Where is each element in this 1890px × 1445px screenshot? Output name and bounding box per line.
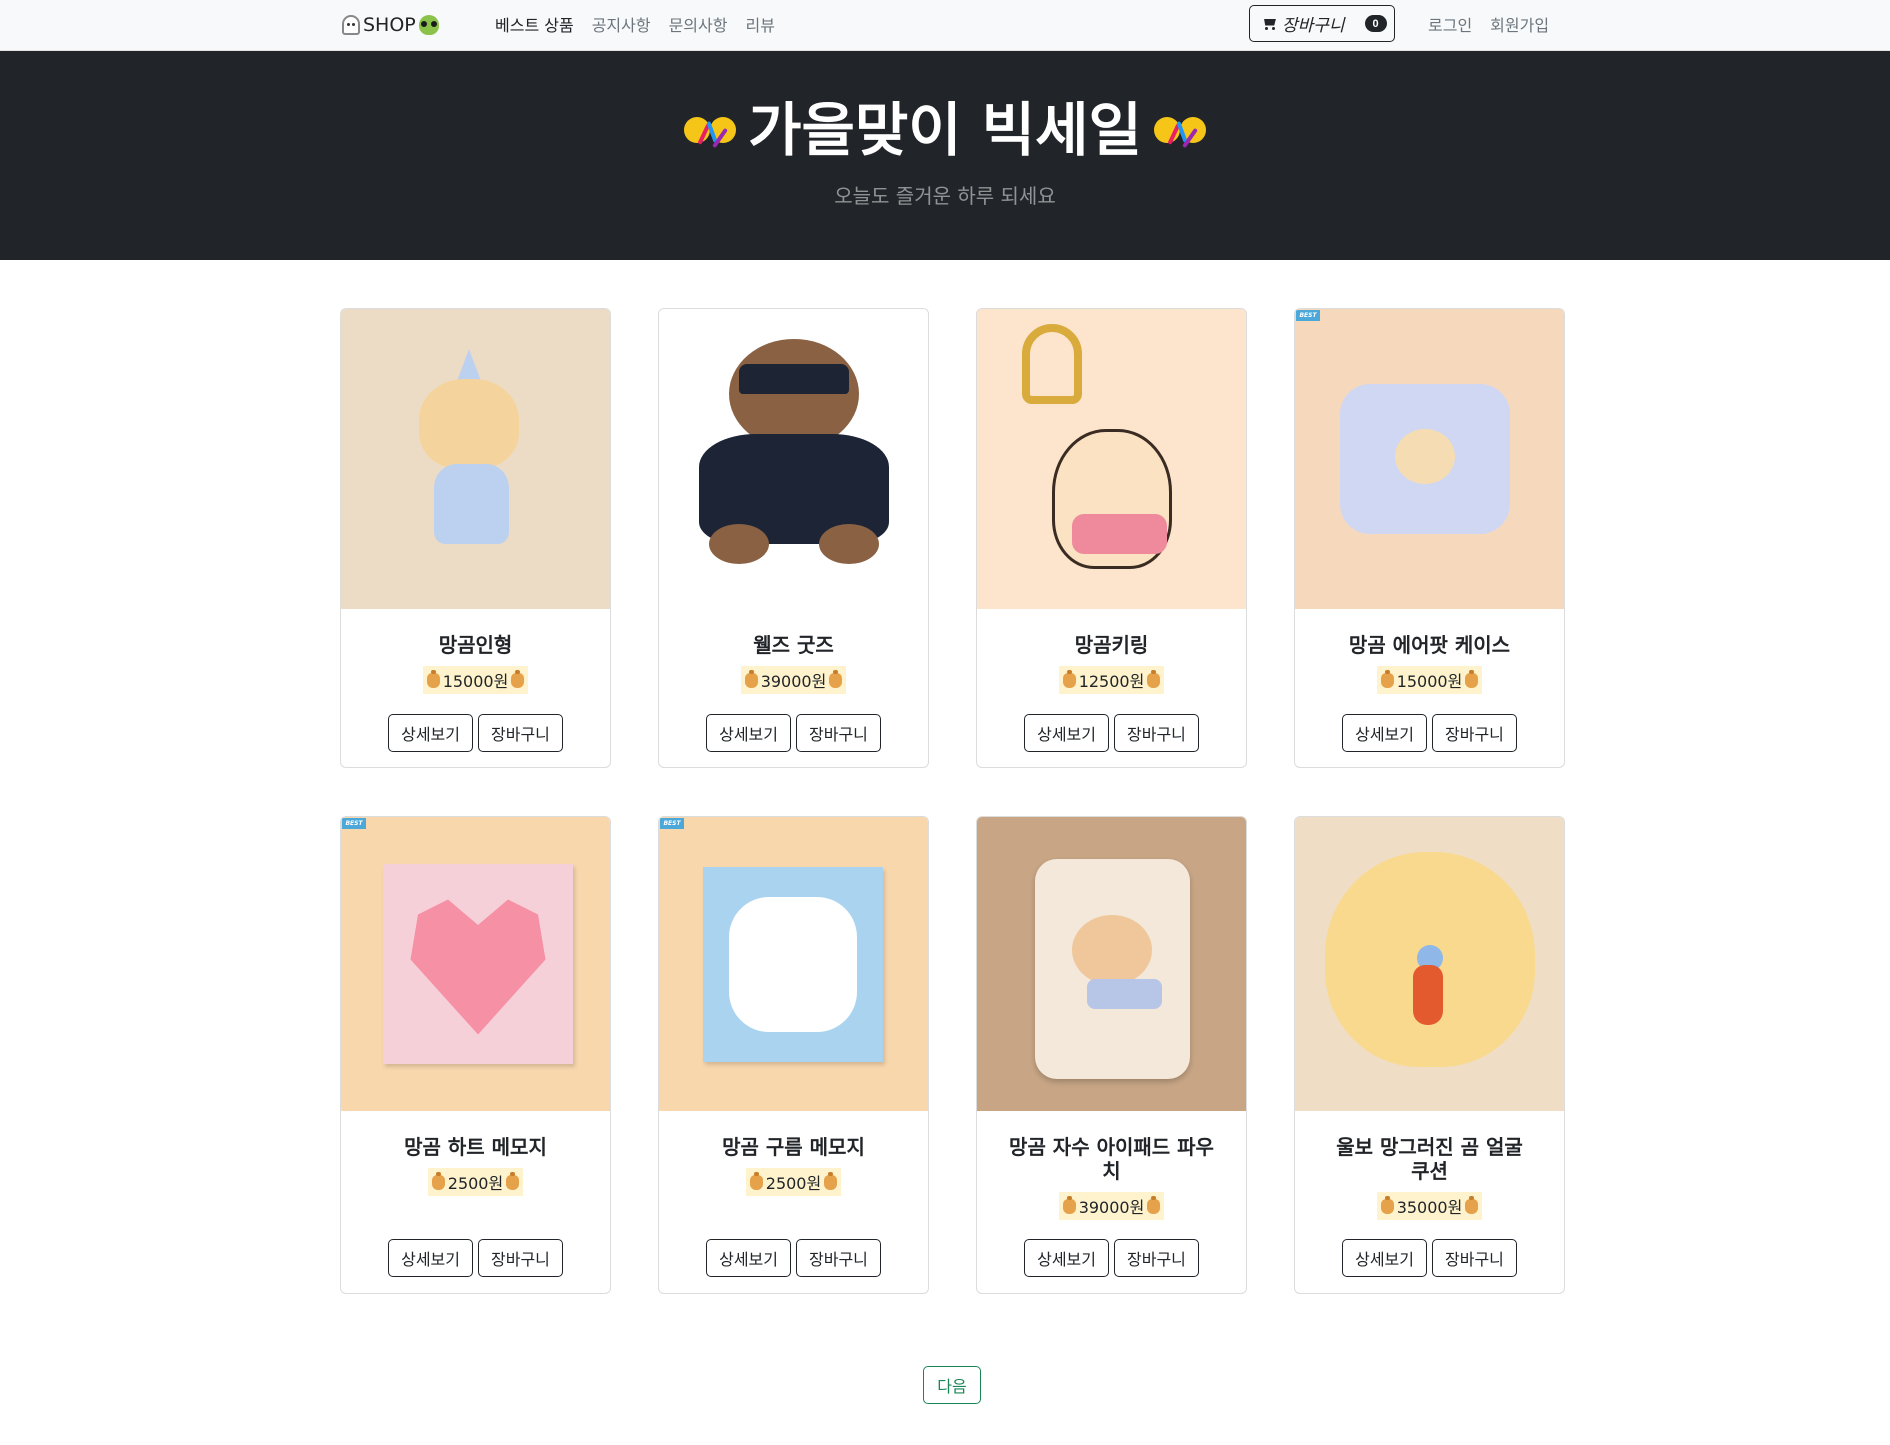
product-price: 12500원 xyxy=(977,666,1246,694)
nav-link-review[interactable]: 리뷰 xyxy=(745,12,774,36)
add-to-cart-button[interactable]: 장바구니 xyxy=(478,714,563,752)
product-card: 망곰키링 12500원 상세보기 장바구니 xyxy=(976,308,1247,768)
money-bag-icon xyxy=(1147,669,1161,688)
money-bag-icon xyxy=(1380,1195,1394,1214)
product-price: 15000원 xyxy=(1295,666,1564,694)
auth-links: 로그인 회원가입 xyxy=(1428,12,1549,36)
add-to-cart-button[interactable]: 장바구니 xyxy=(796,714,881,752)
detail-button[interactable]: 상세보기 xyxy=(1342,1239,1427,1277)
product-image[interactable] xyxy=(659,309,928,609)
nav-links: 베스트 상품 공지사항 문의사항 리뷰 xyxy=(495,12,775,36)
product-image[interactable] xyxy=(341,309,610,609)
product-price: 39000원 xyxy=(659,666,928,694)
nav-link-best[interactable]: 베스트 상품 xyxy=(495,12,574,36)
product-card: 망곰 자수 아이패드 파우치 39000원 상세보기 장바구니 xyxy=(976,816,1247,1294)
product-price: 35000원 xyxy=(1295,1192,1564,1220)
add-to-cart-button[interactable]: 장바구니 xyxy=(1114,1239,1199,1277)
product-name: 망곰키링 xyxy=(1074,633,1149,657)
add-to-cart-button[interactable]: 장바구니 xyxy=(1432,1239,1517,1277)
hero-subtitle: 오늘도 즐거운 하루 되세요 xyxy=(834,184,1056,208)
detail-button[interactable]: 상세보기 xyxy=(1342,714,1427,752)
product-image[interactable]: BEST xyxy=(341,817,610,1111)
product-image[interactable] xyxy=(1295,817,1564,1111)
party-face-icon xyxy=(1152,105,1208,155)
detail-button[interactable]: 상세보기 xyxy=(706,1239,791,1277)
signup-link[interactable]: 회원가입 xyxy=(1490,12,1549,36)
product-name: 웰즈 굿즈 xyxy=(753,633,834,657)
login-link[interactable]: 로그인 xyxy=(1428,12,1472,36)
product-card: BEST 망곰 구름 메모지 2500원 상세보기 장바구니 xyxy=(658,816,929,1294)
hero-banner: 가을맞이 빅세일 오늘도 즐거운 하루 되세요 xyxy=(0,51,1890,260)
detail-button[interactable]: 상세보기 xyxy=(706,714,791,752)
hero-title: 가을맞이 빅세일 xyxy=(748,96,1142,164)
product-card: 웰즈 굿즈 39000원 상세보기 장바구니 xyxy=(658,308,929,768)
product-image[interactable] xyxy=(977,309,1246,609)
product-price: 15000원 xyxy=(341,666,610,694)
product-image[interactable]: BEST xyxy=(659,817,928,1111)
detail-button[interactable]: 상세보기 xyxy=(388,714,473,752)
party-face-icon xyxy=(682,105,738,155)
product-name: 망곰 구름 메모지 xyxy=(722,1135,865,1159)
product-price: 2500원 xyxy=(341,1168,610,1196)
money-bag-icon xyxy=(749,1171,763,1190)
best-badge: BEST xyxy=(1296,310,1320,321)
money-bag-icon xyxy=(1062,669,1076,688)
money-bag-icon xyxy=(1062,1195,1076,1214)
add-to-cart-button[interactable]: 장바구니 xyxy=(796,1239,881,1277)
add-to-cart-button[interactable]: 장바구니 xyxy=(478,1239,563,1277)
cart-icon xyxy=(1262,17,1278,31)
detail-button[interactable]: 상세보기 xyxy=(1024,1239,1109,1277)
add-to-cart-button[interactable]: 장바구니 xyxy=(1114,714,1199,752)
money-bag-icon xyxy=(824,1171,838,1190)
best-badge: BEST xyxy=(342,818,366,829)
ghost-icon xyxy=(342,15,360,35)
money-bag-icon xyxy=(1465,669,1479,688)
money-bag-icon xyxy=(1465,1195,1479,1214)
nav-link-inquiry[interactable]: 문의사항 xyxy=(669,12,728,36)
product-card: 망곰인형 15000원 상세보기 장바구니 xyxy=(340,308,611,768)
product-name: 망곰 에어팟 케이스 xyxy=(1348,633,1511,657)
product-card: BEST 망곰 에어팟 케이스 15000원 상세보기 장바구니 xyxy=(1294,308,1565,768)
brand-logo[interactable]: SHOP xyxy=(342,12,439,38)
product-price: 39000원 xyxy=(977,1192,1246,1220)
money-bag-icon xyxy=(426,669,440,688)
navbar: SHOP 베스트 상품 공지사항 문의사항 리뷰 장바구니 0 로그인 회원가입 xyxy=(0,0,1890,51)
cart-count-badge: 0 xyxy=(1364,15,1387,32)
nav-link-notice[interactable]: 공지사항 xyxy=(592,12,651,36)
cart-label: 장바구니 xyxy=(1282,16,1345,35)
next-page-button[interactable]: 다음 xyxy=(923,1366,981,1404)
product-name: 울보 망그러진 곰 얼굴 쿠션 xyxy=(1336,1135,1523,1183)
best-badge: BEST xyxy=(660,818,684,829)
money-bag-icon xyxy=(506,1171,520,1190)
product-name: 망곰 하트 메모지 xyxy=(404,1135,547,1159)
brand-text: SHOP xyxy=(363,14,416,36)
navbar-cart-button[interactable]: 장바구니 0 xyxy=(1249,5,1395,42)
product-card: BEST 망곰 하트 메모지 2500원 상세보기 장바구니 xyxy=(340,816,611,1294)
detail-button[interactable]: 상세보기 xyxy=(1024,714,1109,752)
add-to-cart-button[interactable]: 장바구니 xyxy=(1432,714,1517,752)
product-image[interactable]: BEST xyxy=(1295,309,1564,609)
money-bag-icon xyxy=(511,669,525,688)
money-bag-icon xyxy=(829,669,843,688)
money-bag-icon xyxy=(431,1171,445,1190)
product-name: 망곰인형 xyxy=(438,633,513,657)
money-bag-icon xyxy=(744,669,758,688)
alien-icon xyxy=(418,15,439,35)
product-price: 2500원 xyxy=(659,1168,928,1196)
detail-button[interactable]: 상세보기 xyxy=(388,1239,473,1277)
product-card: 울보 망그러진 곰 얼굴 쿠션 35000원 상세보기 장바구니 xyxy=(1294,816,1565,1294)
money-bag-icon xyxy=(1380,669,1394,688)
money-bag-icon xyxy=(1147,1195,1161,1214)
product-name: 망곰 자수 아이패드 파우치 xyxy=(1009,1135,1214,1183)
product-image[interactable] xyxy=(977,817,1246,1111)
hero-title-row: 가을맞이 빅세일 xyxy=(0,101,1890,159)
